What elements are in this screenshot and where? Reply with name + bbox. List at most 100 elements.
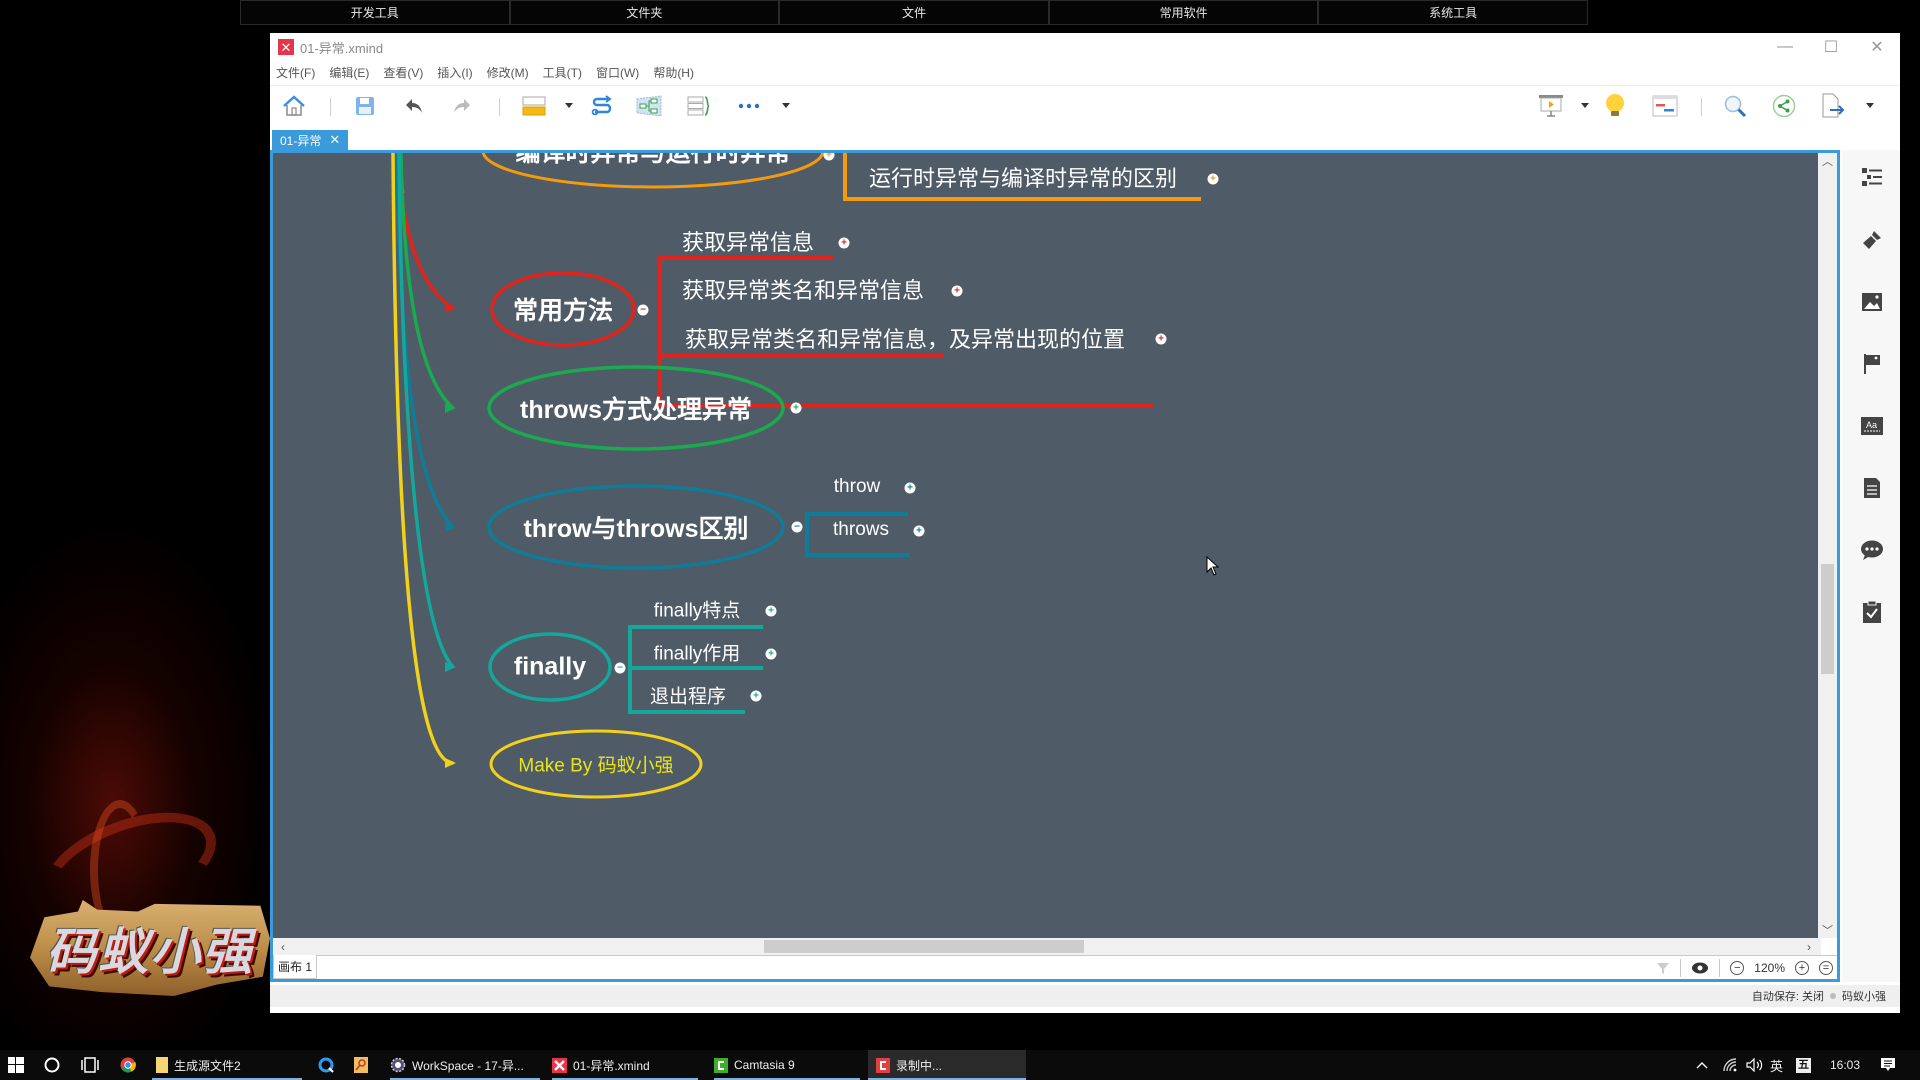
node-finally[interactable]: finally bbox=[514, 653, 586, 682]
export-button[interactable] bbox=[1819, 92, 1847, 120]
node-exit-program[interactable]: 退出程序 bbox=[650, 682, 726, 709]
zoom-in-button[interactable]: + bbox=[1795, 961, 1809, 975]
share-button[interactable] bbox=[1770, 92, 1798, 120]
node-get-exception-message[interactable]: 获取异常信息 bbox=[682, 225, 814, 257]
marker-button[interactable] bbox=[1860, 352, 1884, 376]
sheet-tab-1[interactable]: 画布 1 bbox=[273, 955, 318, 979]
home-button[interactable] bbox=[280, 92, 308, 120]
tray-network[interactable] bbox=[1722, 1050, 1738, 1080]
presentation-button[interactable] bbox=[1537, 92, 1565, 120]
task-button[interactable] bbox=[1860, 600, 1884, 624]
start-button[interactable] bbox=[8, 1050, 24, 1080]
node-throw-vs-throws[interactable]: throw与throws区别 bbox=[524, 509, 749, 545]
summary-button[interactable] bbox=[685, 92, 713, 120]
minimize-button[interactable]: — bbox=[1762, 33, 1808, 61]
scroll-down-icon[interactable]: ﹀ bbox=[1818, 922, 1837, 938]
horizontal-scrollbar[interactable]: ‹ › bbox=[273, 938, 1821, 955]
relationship-button[interactable] bbox=[588, 92, 616, 120]
menu-tools[interactable]: 工具(T) bbox=[543, 64, 582, 81]
undo-button[interactable] bbox=[400, 92, 428, 120]
launcher-files[interactable]: 文件 bbox=[779, 0, 1049, 25]
taskbar-chrome[interactable] bbox=[120, 1050, 136, 1080]
outline-button[interactable] bbox=[1860, 165, 1884, 189]
maximize-button[interactable]: ☐ bbox=[1808, 33, 1854, 61]
autosave-status[interactable]: 自动保存: 关闭 bbox=[1752, 988, 1824, 1004]
expand-toggle-icon[interactable]: + bbox=[765, 648, 777, 660]
filter-icon[interactable] bbox=[1656, 961, 1670, 975]
expand-toggle-icon[interactable]: + bbox=[790, 402, 802, 414]
taskbar-recording[interactable]: 录制中... bbox=[868, 1050, 1026, 1080]
search-button[interactable] bbox=[1721, 92, 1749, 120]
tray-ime-mode[interactable]: 五 bbox=[1796, 1050, 1811, 1080]
notes-button[interactable] bbox=[1860, 476, 1884, 500]
node-get-class-message-location[interactable]: 获取异常类名和异常信息，及异常出现的位置 bbox=[685, 322, 1125, 354]
presentation-dropdown[interactable] bbox=[1581, 103, 1589, 108]
node-finally-features[interactable]: finally特点 bbox=[654, 596, 741, 623]
redo-button[interactable] bbox=[448, 92, 476, 120]
account-name[interactable]: 码蚁小强 bbox=[1842, 988, 1886, 1004]
more-dropdown[interactable] bbox=[782, 103, 790, 108]
node-common-methods[interactable]: 常用方法 bbox=[513, 291, 613, 327]
menu-file[interactable]: 文件(F) bbox=[276, 64, 315, 81]
menu-view[interactable]: 查看(V) bbox=[383, 64, 423, 81]
more-button[interactable] bbox=[735, 92, 763, 120]
taskbar-qq-browser[interactable] bbox=[318, 1050, 334, 1080]
vertical-scrollbar[interactable]: ︿ ﹀ bbox=[1818, 153, 1837, 938]
comments-button[interactable] bbox=[1860, 538, 1884, 562]
gantt-button[interactable] bbox=[1651, 92, 1679, 120]
eye-icon[interactable] bbox=[1691, 962, 1709, 974]
brainstorm-button[interactable] bbox=[1601, 92, 1629, 120]
expand-toggle-icon[interactable]: + bbox=[904, 482, 916, 494]
node-compile-vs-runtime[interactable]: 编译时异常与运行时异常 bbox=[515, 153, 790, 169]
tab-01-exception[interactable]: 01-异常 ✕ bbox=[272, 130, 349, 150]
insert-topic-button[interactable] bbox=[520, 92, 548, 120]
launcher-dev-tools[interactable]: 开发工具 bbox=[240, 0, 510, 25]
node-finally-purpose[interactable]: finally作用 bbox=[654, 639, 741, 666]
collapse-toggle-icon[interactable]: − bbox=[791, 521, 803, 533]
node-throws-handling[interactable]: throws方式处理异常 bbox=[520, 390, 752, 426]
insert-topic-dropdown[interactable] bbox=[565, 103, 573, 108]
fit-map-button[interactable]: = bbox=[1819, 961, 1833, 975]
launcher-common-software[interactable]: 常用软件 bbox=[1048, 0, 1319, 25]
format-button[interactable] bbox=[1860, 228, 1884, 252]
launcher-system-tools[interactable]: 系统工具 bbox=[1318, 0, 1588, 25]
launcher-folders[interactable]: 文件夹 bbox=[509, 0, 780, 25]
action-center-button[interactable] bbox=[1880, 1050, 1896, 1080]
collapse-toggle-icon[interactable]: − bbox=[637, 304, 649, 316]
expand-toggle-icon[interactable]: + bbox=[1207, 173, 1219, 185]
expand-toggle-icon[interactable]: + bbox=[750, 690, 762, 702]
scroll-right-icon[interactable]: › bbox=[1801, 938, 1817, 955]
menu-edit[interactable]: 编辑(E) bbox=[329, 64, 369, 81]
expand-toggle-icon[interactable]: + bbox=[1155, 333, 1167, 345]
task-view-button[interactable] bbox=[80, 1050, 100, 1080]
search-cortana-button[interactable] bbox=[44, 1050, 60, 1080]
expand-toggle-icon[interactable]: + bbox=[838, 237, 850, 249]
taskbar-eclipse-workspace[interactable]: WorkSpace - 17-异... bbox=[390, 1050, 540, 1080]
menu-help[interactable]: 帮助(H) bbox=[653, 64, 694, 81]
text-style-button[interactable]: Aa bbox=[1860, 414, 1884, 438]
taskbar-tool[interactable] bbox=[354, 1050, 368, 1080]
menu-window[interactable]: 窗口(W) bbox=[596, 64, 639, 81]
scroll-up-icon[interactable]: ︿ bbox=[1818, 153, 1837, 169]
node-get-class-and-message[interactable]: 获取异常类名和异常信息 bbox=[682, 273, 924, 305]
scroll-left-icon[interactable]: ‹ bbox=[275, 938, 291, 955]
save-button[interactable] bbox=[351, 92, 379, 120]
tray-clock[interactable]: 16:03 bbox=[1830, 1050, 1860, 1080]
taskbar-xmind[interactable]: 01-异常.xmind bbox=[552, 1050, 698, 1080]
zoom-out-button[interactable]: − bbox=[1730, 961, 1745, 975]
node-throw[interactable]: throw bbox=[834, 476, 880, 498]
taskbar-camtasia[interactable]: Camtasia 9 bbox=[714, 1050, 860, 1080]
expand-toggle-icon[interactable]: + bbox=[951, 285, 963, 297]
mindmap-canvas[interactable]: 编译时异常与运行时异常 + 运行时异常与编译时异常的区别 + 常用方法 − 获取… bbox=[273, 153, 1821, 938]
menu-modify[interactable]: 修改(M) bbox=[487, 64, 529, 81]
image-button[interactable] bbox=[1860, 290, 1884, 314]
node-runtime-vs-compile-difference[interactable]: 运行时异常与编译时异常的区别 bbox=[869, 161, 1177, 193]
expand-toggle-icon[interactable]: + bbox=[913, 525, 925, 537]
menu-insert[interactable]: 插入(I) bbox=[437, 64, 472, 81]
close-button[interactable]: ✕ bbox=[1854, 33, 1900, 61]
expand-toggle-icon[interactable]: + bbox=[765, 605, 777, 617]
tray-volume[interactable] bbox=[1746, 1050, 1764, 1080]
tab-close-icon[interactable]: ✕ bbox=[329, 132, 340, 148]
tray-ime-language[interactable]: 英 bbox=[1770, 1050, 1783, 1080]
export-dropdown[interactable] bbox=[1866, 103, 1874, 108]
